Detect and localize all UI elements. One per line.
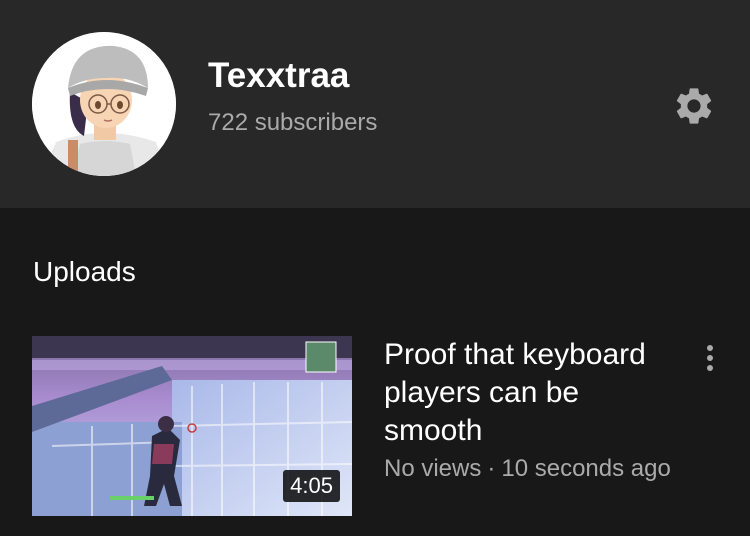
channel-name: Texxtraa: [208, 56, 350, 95]
gear-icon: [676, 88, 712, 124]
subscriber-count: 722 subscribers: [208, 109, 378, 136]
upload-age: 10 seconds ago: [501, 455, 671, 482]
duration-badge: 4:05: [283, 470, 340, 502]
video-thumbnail[interactable]: 4:05: [32, 336, 352, 516]
channel-header: Texxtraa 722 subscribers: [0, 0, 750, 208]
video-title[interactable]: Proof that keyboard players can be smoot…: [384, 336, 684, 450]
video-list-item[interactable]: 4:05 Proof that keyboard players can be …: [0, 336, 750, 516]
channel-avatar[interactable]: [32, 32, 176, 176]
more-options-button[interactable]: [694, 338, 726, 378]
avatar-illustration-icon: [32, 32, 176, 176]
meta-separator: ·: [487, 455, 496, 482]
view-count: No views: [384, 455, 482, 482]
video-metadata: No views · 10 seconds ago: [384, 454, 671, 484]
settings-button[interactable]: [668, 80, 720, 132]
uploads-section-title: Uploads: [33, 256, 136, 287]
more-vert-icon: [707, 345, 713, 371]
